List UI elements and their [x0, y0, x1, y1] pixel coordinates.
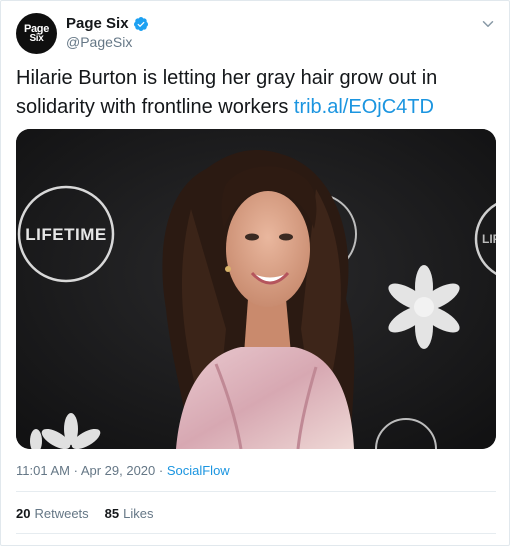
- tweet-time[interactable]: 11:01 AM: [16, 463, 70, 478]
- tweet-date[interactable]: Apr 29, 2020: [81, 463, 155, 478]
- backdrop-logo-text: LIFETIME: [25, 225, 106, 244]
- chevron-down-icon[interactable]: [479, 15, 497, 33]
- divider: [16, 533, 496, 534]
- meta-separator: ·: [69, 463, 81, 478]
- tweet-metadata: 11:01 AM · Apr 29, 2020 · SocialFlow: [16, 463, 230, 478]
- photo-image: LIFETIME LIF: [16, 129, 496, 449]
- retweets-stat[interactable]: 20 Retweets: [16, 506, 89, 521]
- author-handle[interactable]: @PageSix: [66, 34, 132, 50]
- tweet-card: Page Six Page Six @PageSix Hilarie Burto…: [0, 0, 510, 546]
- likes-label: Likes: [123, 506, 154, 521]
- avatar-logo-line2: Six: [29, 32, 44, 44]
- retweets-count: 20: [16, 506, 31, 521]
- meta-separator: ·: [155, 463, 167, 478]
- likes-stat[interactable]: 85 Likes: [105, 506, 154, 521]
- retweets-label: Retweets: [34, 506, 89, 521]
- tweet-stats: 20 Retweets 85 Likes: [16, 506, 170, 521]
- tweet-text: Hilarie Burton is letting her gray hair …: [16, 64, 496, 122]
- tweet-photo[interactable]: LIFETIME LIF: [16, 129, 496, 449]
- likes-count: 85: [104, 506, 120, 521]
- face-graphic: [226, 191, 310, 307]
- avatar-logo-line1: Page: [23, 22, 50, 35]
- author-name[interactable]: Page Six: [66, 15, 129, 32]
- divider: [16, 491, 496, 492]
- tweet-source-link[interactable]: SocialFlow: [167, 463, 230, 478]
- avatar[interactable]: Page Six: [16, 13, 57, 54]
- backdrop-logo-text-right: LIF: [482, 232, 496, 246]
- verified-badge-icon: [133, 16, 148, 31]
- author-name-row[interactable]: Page Six: [66, 15, 149, 32]
- tweet-link[interactable]: trib.al/EOjC4TD: [294, 96, 434, 118]
